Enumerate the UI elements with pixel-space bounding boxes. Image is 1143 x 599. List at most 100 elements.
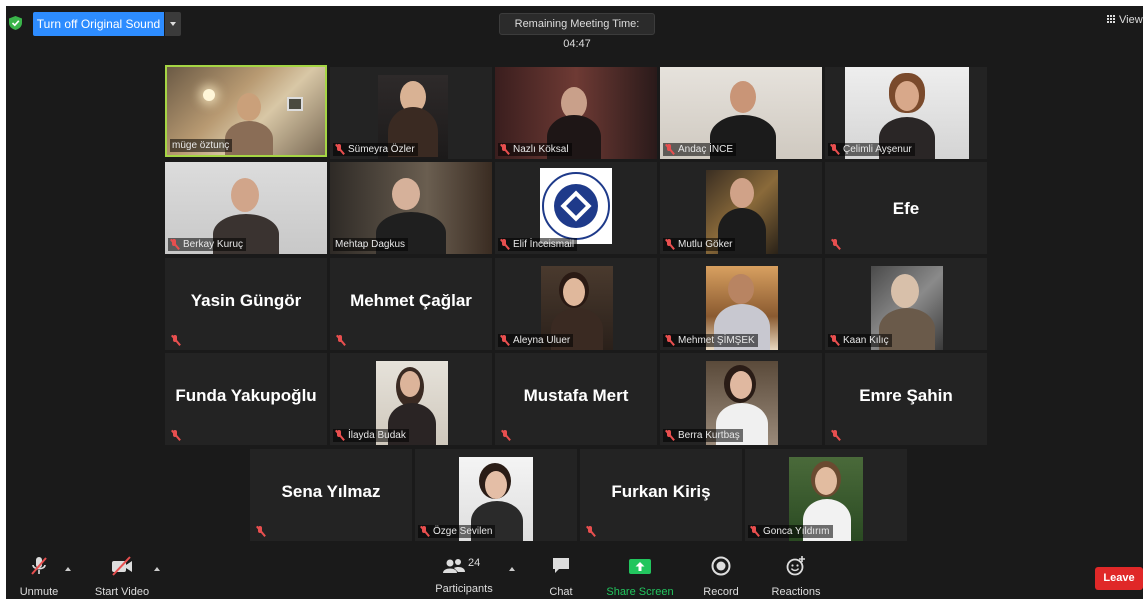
- participant-name-label: Özge Sevilen: [418, 525, 496, 538]
- participant-name-label: Çelimli Ayşenur: [828, 143, 915, 156]
- participant-tile[interactable]: Çelimli Ayşenur: [825, 67, 987, 159]
- participant-name-label: Berkay Kuruç: [168, 238, 247, 251]
- muted-mic-icon: [665, 430, 674, 441]
- share-screen-icon: [629, 559, 651, 574]
- muted-mic-icon: [335, 144, 344, 155]
- muted-mic-icon: [335, 430, 344, 441]
- participant-tile[interactable]: Mutlu Göker: [660, 162, 822, 254]
- participant-name-label: Mutlu Göker: [663, 238, 736, 251]
- participant-name: Elif İnceismail: [513, 239, 575, 250]
- participant-tile[interactable]: Emre Şahin: [825, 353, 987, 445]
- participant-tile[interactable]: Kaan Kılıç: [825, 258, 987, 350]
- participant-name: Mustafa Mert: [523, 386, 629, 405]
- muted-mic-icon: [750, 526, 759, 537]
- record-label: Record: [703, 586, 739, 598]
- start-video-label: Start Video: [94, 586, 150, 598]
- muted-mic-icon: [586, 526, 595, 537]
- participant-tile[interactable]: Mustafa Mert: [495, 353, 657, 445]
- muted-mic-icon: [171, 335, 180, 346]
- chat-label: Chat: [549, 586, 573, 598]
- participant-name-label: Andaç İNCE: [663, 143, 737, 156]
- share-screen-button[interactable]: Share Screen: [604, 555, 676, 598]
- video-options-caret-icon[interactable]: [154, 567, 160, 571]
- participant-name: Yasin Güngör: [190, 291, 302, 310]
- participant-tile[interactable]: İlayda Budak: [330, 353, 492, 445]
- muted-mic-icon: [336, 335, 345, 346]
- remaining-meeting-time: Remaining Meeting Time: 04:47: [499, 13, 655, 50]
- participant-name: İlayda Budak: [348, 430, 406, 441]
- view-label: View: [1119, 14, 1143, 26]
- muted-mic-icon: [501, 430, 510, 441]
- participant-name-label: Berra Kurtbaş: [663, 429, 743, 442]
- participant-tile[interactable]: Berra Kurtbaş: [660, 353, 822, 445]
- participant-tile[interactable]: Özge Sevilen: [415, 449, 577, 541]
- record-button[interactable]: Record: [696, 555, 746, 598]
- chat-button[interactable]: Chat: [536, 555, 586, 598]
- shield-check-icon[interactable]: [9, 16, 22, 30]
- muted-mic-icon: [831, 239, 840, 250]
- participants-button[interactable]: 24 Participants: [432, 555, 496, 595]
- participants-icon: [443, 559, 465, 573]
- participant-name-label: Sümeyra Özler: [333, 143, 418, 156]
- participant-tile[interactable]: Funda Yakupoğlu: [165, 353, 327, 445]
- participant-name: Emre Şahin: [859, 386, 953, 405]
- muted-mic-icon: [500, 335, 509, 346]
- participant-tile[interactable]: Aleyna Uluer: [495, 258, 657, 350]
- muted-mic-icon: [665, 144, 674, 155]
- view-button[interactable]: View: [1107, 14, 1143, 26]
- muted-mic-icon: [420, 526, 429, 537]
- participant-name: Mutlu Göker: [678, 239, 733, 250]
- participant-name: Mehmet Çağlar: [350, 291, 472, 310]
- audio-options-caret-icon[interactable]: [65, 567, 71, 571]
- participant-name: Andaç İNCE: [678, 144, 734, 155]
- participant-name: Efe: [892, 199, 920, 218]
- participant-tile[interactable]: Furkan Kiriş: [580, 449, 742, 541]
- participant-tile[interactable]: Sümeyra Özler: [330, 67, 492, 159]
- share-screen-label: Share Screen: [606, 586, 674, 598]
- participant-name: Furkan Kiriş: [611, 482, 711, 501]
- participant-name: Sena Yılmaz: [281, 482, 381, 501]
- video-off-icon: [112, 556, 132, 576]
- participant-tile[interactable]: Efe: [825, 162, 987, 254]
- reactions-emoji-icon: [786, 556, 805, 576]
- participant-tile[interactable]: Berkay Kuruç: [165, 162, 327, 254]
- participants-label: Participants: [435, 583, 493, 595]
- participant-name: Gonca Yıldırım: [763, 526, 830, 537]
- participant-name-label: Elif İnceismail: [498, 238, 578, 251]
- participant-name: Berkay Kuruç: [183, 239, 244, 250]
- reactions-button[interactable]: Reactions: [764, 555, 828, 598]
- participant-tile[interactable]: Mehmet ŞİMŞEK: [660, 258, 822, 350]
- original-sound-options-button[interactable]: [165, 12, 181, 36]
- turn-off-original-sound-button[interactable]: Turn off Original Sound: [33, 12, 164, 36]
- muted-mic-icon: [170, 239, 179, 250]
- wall-frame: [287, 97, 303, 111]
- participant-name: Özge Sevilen: [433, 526, 493, 537]
- participant-name-label: Mehmet ŞİMŞEK: [663, 334, 758, 347]
- participant-name: Berra Kurtbaş: [678, 430, 740, 441]
- muted-mic-icon: [830, 144, 839, 155]
- record-icon: [711, 556, 731, 576]
- participant-tile[interactable]: Yasin Güngör: [165, 258, 327, 350]
- participants-options-caret-icon[interactable]: [509, 567, 515, 571]
- participants-count: 24: [468, 557, 481, 569]
- muted-mic-icon: [665, 335, 674, 346]
- muted-mic-icon: [830, 335, 839, 346]
- participant-name: müge öztunç: [172, 140, 230, 151]
- leave-button[interactable]: Leave: [1095, 567, 1143, 590]
- participant-tile[interactable]: Gonca Yıldırım: [745, 449, 907, 541]
- unmute-button[interactable]: Unmute: [14, 555, 64, 598]
- participant-tile[interactable]: Mehtap Dagkus: [330, 162, 492, 254]
- participant-tile[interactable]: Andaç İNCE: [660, 67, 822, 159]
- participant-tile[interactable]: Mehmet Çağlar: [330, 258, 492, 350]
- muted-mic-icon: [500, 144, 509, 155]
- participant-tile[interactable]: müge öztunç: [165, 65, 327, 157]
- participant-tile[interactable]: Elif İnceismail: [495, 162, 657, 254]
- zoom-meeting-window: Turn off Original Sound Remaining Meetin…: [6, 6, 1143, 599]
- muted-microphone-icon: [31, 557, 47, 575]
- participant-name: Nazlı Köksal: [513, 144, 569, 155]
- participant-tile[interactable]: Nazlı Köksal: [495, 67, 657, 159]
- participant-name: Mehtap Dagkus: [335, 239, 406, 250]
- start-video-button[interactable]: Start Video: [90, 555, 154, 598]
- participant-tile[interactable]: Sena Yılmaz: [250, 449, 412, 541]
- participant-name: Aleyna Uluer: [513, 335, 571, 346]
